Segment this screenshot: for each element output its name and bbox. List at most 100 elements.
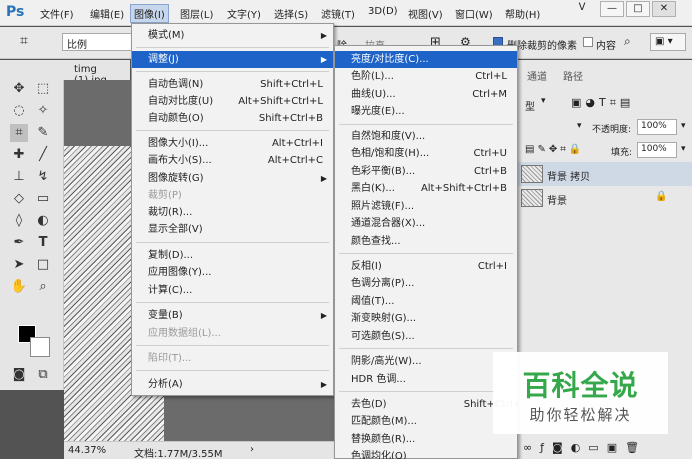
menu-item-equalize[interactable]: 色调均化(Q) xyxy=(335,448,517,459)
menu-image[interactable]: 图像(I) xyxy=(130,4,169,23)
menu-item-image-size[interactable]: 图像大小(I)... Alt+Ctrl+I xyxy=(132,135,333,152)
menu-item-selective-color[interactable]: 可选颜色(S)... xyxy=(335,328,517,345)
magic-wand-tool-icon[interactable]: ✧ xyxy=(34,102,52,120)
tab-channels[interactable]: 通道 xyxy=(527,68,547,83)
menu-item-variables[interactable]: 变量(B) ▶ xyxy=(132,307,333,324)
menu-item-curves[interactable]: 曲线(U)... Ctrl+M xyxy=(335,86,517,103)
menu-item-auto-color[interactable]: 自动颜色(O) Shift+Ctrl+B xyxy=(132,110,333,127)
menu-item-channel-mixer[interactable]: 通道混合器(X)... xyxy=(335,215,517,232)
menu-item-analysis[interactable]: 分析(A) ▶ xyxy=(132,376,333,393)
blur-tool-icon[interactable]: ◊ xyxy=(10,212,28,230)
menu-item-adjustments[interactable]: 调整(J) ▶ xyxy=(132,51,333,68)
eyedropper-tool-icon[interactable]: ✎ xyxy=(34,124,52,142)
chevron-down-icon[interactable]: ▾ xyxy=(541,96,557,112)
menu-item-image-rotation[interactable]: 图像旋转(G) ▶ xyxy=(132,170,333,187)
chevron-right-icon[interactable]: › xyxy=(250,444,254,455)
menu-item-exposure[interactable]: 曝光度(E)... xyxy=(335,103,517,120)
type-tool-icon[interactable]: T xyxy=(34,234,52,252)
filter-icons[interactable]: ▣◕T⌗▤ xyxy=(571,96,634,110)
marquee-tool-icon[interactable]: ⬚ xyxy=(34,80,52,98)
content-aware-checkbox[interactable] xyxy=(583,37,593,47)
zoom-tool-icon[interactable]: ⌕ xyxy=(34,278,52,296)
kind-filter-label[interactable]: 型 xyxy=(525,98,535,113)
layer-actions-bar[interactable]: ∞ƒ◙◐▭▣🗑 xyxy=(517,437,692,459)
history-brush-icon[interactable]: ↯ xyxy=(34,168,52,186)
menu-item-reveal-all[interactable]: 显示全部(V) xyxy=(132,221,333,238)
screen-mode-icon[interactable]: ⧉ xyxy=(34,366,52,384)
opacity-field[interactable]: 100% xyxy=(637,119,677,135)
menu-item-photo-filter[interactable]: 照片滤镜(F)... xyxy=(335,198,517,215)
path-select-icon[interactable]: ➤ xyxy=(10,256,28,274)
menu-item-shadows-highlights[interactable]: 阴影/高光(W)... xyxy=(335,353,517,370)
menu-window[interactable]: 窗口(W) xyxy=(455,6,493,21)
menu-item-apply-image[interactable]: 应用图像(Y)... xyxy=(132,264,333,281)
crop-tool-icon[interactable]: ⌗ xyxy=(10,124,28,142)
menu-item-levels[interactable]: 色阶(L)... Ctrl+L xyxy=(335,68,517,85)
menu-separator xyxy=(339,348,513,349)
menu-edit[interactable]: 编辑(E) xyxy=(90,6,124,21)
document-tab[interactable]: timg (1).jpg xyxy=(8,60,130,86)
eraser-tool-icon[interactable]: ◇ xyxy=(10,190,28,208)
brush-tool-icon[interactable]: ╱ xyxy=(34,146,52,164)
close-button[interactable]: ✕ xyxy=(652,1,676,17)
menu-item-desaturate[interactable]: 去色(D) Shift+Ctrl+ xyxy=(335,396,521,413)
menu-item-calculations[interactable]: 计算(C)... xyxy=(132,282,333,299)
menu-item-canvas-size[interactable]: 画布大小(S)... Alt+Ctrl+C xyxy=(132,152,333,169)
chevron-down-icon[interactable]: ▾ xyxy=(577,121,582,131)
menu-item-mode[interactable]: 模式(M) ▶ xyxy=(132,27,333,44)
menu-item-threshold[interactable]: 阈值(T)... xyxy=(335,293,517,310)
tab-paths[interactable]: 路径 xyxy=(563,68,583,83)
crop-icon[interactable]: ⌗ xyxy=(20,33,42,51)
collapse-icon[interactable]: ᐯ xyxy=(570,1,594,17)
menu-3d[interactable]: 3D(D) xyxy=(368,6,398,17)
menu-item-black-white[interactable]: 黑白(K)... Alt+Shift+Ctrl+B xyxy=(335,180,517,197)
shape-tool-icon[interactable]: □ xyxy=(34,256,52,274)
menu-file[interactable]: 文件(F) xyxy=(40,6,74,21)
layer-row[interactable]: 背景 拷贝 xyxy=(517,162,692,186)
menu-item-replace-color[interactable]: 替换颜色(R)... xyxy=(335,431,517,448)
status-bar: 44.37% 文档:1.77M/3.55M › xyxy=(64,441,334,459)
menu-select[interactable]: 选择(S) xyxy=(274,6,308,21)
menu-view[interactable]: 视图(V) xyxy=(408,6,443,21)
gradient-tool-icon[interactable]: ▭ xyxy=(34,190,52,208)
background-color-swatch[interactable] xyxy=(30,337,50,357)
menu-item-color-balance[interactable]: 色彩平衡(B)... Ctrl+B xyxy=(335,163,517,180)
minimize-button[interactable]: — xyxy=(600,1,624,17)
menu-item-trim[interactable]: 裁切(R)... xyxy=(132,204,333,221)
search-icon[interactable]: ⌕ xyxy=(624,34,631,49)
ratio-select[interactable]: 比例 xyxy=(62,33,132,51)
menu-filter[interactable]: 滤镜(T) xyxy=(321,6,355,21)
fill-field[interactable]: 100% xyxy=(637,142,677,158)
lasso-tool-icon[interactable]: ◌ xyxy=(10,102,28,120)
menu-item-hdr-toning[interactable]: HDR 色调... xyxy=(335,371,517,388)
dodge-tool-icon[interactable]: ◐ xyxy=(34,212,52,230)
chevron-down-icon[interactable]: ▾ xyxy=(681,144,686,154)
menu-type[interactable]: 文字(Y) xyxy=(227,6,261,21)
move-tool-icon[interactable]: ✥ xyxy=(10,80,28,98)
menu-item-hue-saturation[interactable]: 色相/饱和度(H)... Ctrl+U xyxy=(335,145,517,162)
healing-brush-icon[interactable]: ✚ xyxy=(10,146,28,164)
menu-item-auto-tone[interactable]: 自动色调(N) Shift+Ctrl+L xyxy=(132,76,333,93)
menu-layer[interactable]: 图层(L) xyxy=(180,6,213,21)
quick-mask-icon[interactable]: ◙ xyxy=(10,366,28,384)
pen-tool-icon[interactable]: ✒ xyxy=(10,234,28,252)
menu-item-label: 曝光度(E)... xyxy=(351,106,405,117)
menu-item-auto-contrast[interactable]: 自动对比度(U) Alt+Shift+Ctrl+L xyxy=(132,93,333,110)
stamp-tool-icon[interactable]: ⊥ xyxy=(10,168,28,186)
menu-item-brightness-contrast[interactable]: 亮度/对比度(C)... xyxy=(335,51,517,68)
zoom-level[interactable]: 44.37% xyxy=(68,445,106,456)
menu-item-match-color[interactable]: 匹配颜色(M)... xyxy=(335,413,517,430)
chevron-down-icon[interactable]: ▾ xyxy=(681,121,686,131)
menu-item-vibrance[interactable]: 自然饱和度(V)... xyxy=(335,128,517,145)
lock-icons[interactable]: ▤✎✥⌗🔒 xyxy=(525,144,584,155)
maximize-button[interactable]: □ xyxy=(626,1,650,17)
menu-item-posterize[interactable]: 色调分离(P)... xyxy=(335,275,517,292)
menu-help[interactable]: 帮助(H) xyxy=(505,6,540,21)
menu-item-duplicate[interactable]: 复制(D)... xyxy=(132,247,333,264)
menu-item-invert[interactable]: 反相(I) Ctrl+I xyxy=(335,258,517,275)
hand-tool-icon[interactable]: ✋ xyxy=(10,278,28,296)
workspace-switcher[interactable]: ▣ ▾ xyxy=(650,33,686,51)
menu-item-color-lookup[interactable]: 颜色查找... xyxy=(335,233,517,250)
layer-row[interactable]: 背景 🔒 xyxy=(517,186,692,210)
menu-item-gradient-map[interactable]: 渐变映射(G)... xyxy=(335,310,517,327)
